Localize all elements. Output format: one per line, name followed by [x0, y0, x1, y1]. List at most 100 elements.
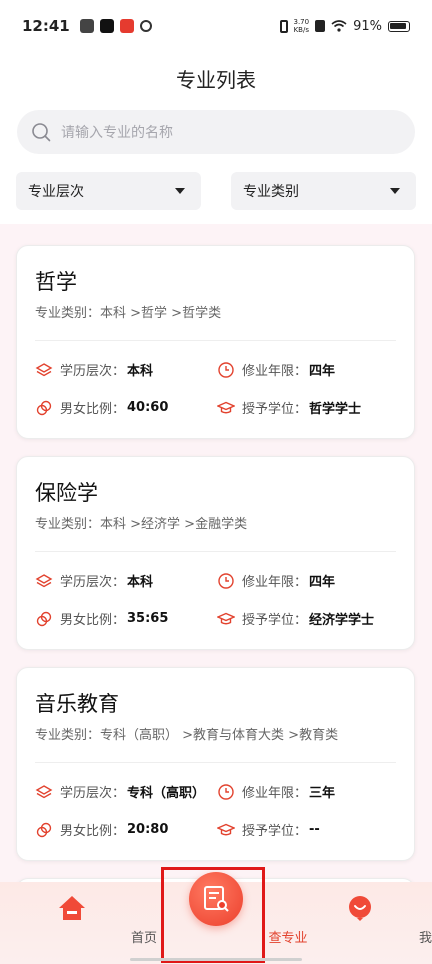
gender-icon: [36, 400, 52, 415]
tiktok-notification-icon: [99, 19, 114, 33]
graduation-cap-icon: [217, 401, 235, 413]
major-card[interactable]: 保险学 专业类别：本科 >经济学 >金融学类 学历层次： 本科 修业年限： 四年 男…: [16, 456, 415, 650]
degree-label: 授予学位：: [242, 824, 308, 839]
nav-mine[interactable]: 我的: [288, 882, 432, 964]
category-label: 专业类别：: [35, 728, 101, 743]
category-label: 专业类别：: [35, 517, 101, 532]
clock-icon: [218, 572, 234, 589]
level-value: 专科（高职）: [127, 786, 206, 801]
major-search-button[interactable]: [189, 872, 243, 926]
ratio-info: 男女比例： 20:80: [35, 820, 168, 839]
degree-value: 经济学学士: [309, 613, 375, 628]
clock-icon: [218, 361, 234, 378]
status-time: 12:41: [22, 17, 70, 35]
duration-info: 修业年限： 三年: [217, 782, 335, 801]
profile-icon: [349, 896, 371, 921]
duration-info: 修业年限： 四年: [217, 571, 335, 590]
category-path: 专科（高职） >教育与体育大类 >教育类: [100, 728, 339, 743]
category-path: 本科 >哲学 >哲学类: [100, 306, 222, 321]
duration-label: 修业年限：: [242, 575, 308, 590]
level-label: 学历层次：: [60, 364, 126, 379]
degree-label: 授予学位：: [242, 613, 308, 628]
duration-value: 三年: [309, 786, 336, 801]
search-icon: [32, 123, 51, 142]
status-right: 3.70 KB/s 91%: [279, 18, 410, 34]
layers-icon: [35, 362, 53, 376]
graduation-cap-icon: [217, 612, 235, 624]
layers-icon: [35, 573, 53, 587]
header: 专业列表 请输入专业的名称 专业层次 专业类别: [0, 52, 432, 224]
document-search-icon: [204, 886, 229, 912]
status-left: 12:41: [22, 17, 152, 35]
search-placeholder: 请输入专业的名称: [61, 125, 173, 141]
level-filter-dropdown[interactable]: 专业层次: [16, 172, 201, 210]
vibrate-icon: [279, 19, 288, 33]
app-notification-icon: [119, 19, 134, 33]
duration-value: 四年: [309, 575, 336, 590]
category-filter-dropdown[interactable]: 专业类别: [231, 172, 416, 210]
ratio-label: 男女比例：: [60, 613, 126, 628]
level-value: 本科: [127, 364, 154, 379]
gender-icon: [36, 822, 52, 837]
page-title: 专业列表: [176, 68, 256, 92]
category-path: 本科 >经济学 >金融学类: [100, 517, 248, 532]
major-category: 专业类别：本科 >经济学 >金融学类: [35, 513, 247, 532]
major-name: 音乐教育: [35, 692, 119, 716]
degree-value: 哲学学士: [309, 402, 362, 417]
status-bar: 12:41 3.70 KB/s 91%: [0, 0, 432, 52]
duration-label: 修业年限：: [242, 364, 308, 379]
degree-info: 授予学位： 经济学学士: [217, 609, 374, 628]
gender-icon: [36, 611, 52, 626]
level-info: 学历层次： 本科: [35, 360, 153, 379]
degree-info: 授予学位： --: [217, 820, 320, 839]
nav-major[interactable]: 查专业: [144, 872, 308, 964]
duration-info: 修业年限： 四年: [217, 360, 335, 379]
home-indicator: [130, 958, 302, 961]
battery-percent: 91%: [353, 18, 382, 34]
divider: [35, 551, 396, 552]
major-card[interactable]: 音乐教育 专业类别：专科（高职） >教育与体育大类 >教育类 学历层次： 专科（高…: [16, 667, 415, 861]
caret-down-icon: [175, 188, 185, 194]
ratio-value: 20:80: [127, 822, 169, 837]
degree-info: 授予学位： 哲学学士: [217, 398, 361, 417]
major-name: 哲学: [35, 270, 77, 294]
ratio-label: 男女比例：: [60, 824, 126, 839]
sim-icon: [315, 20, 326, 32]
nav-mine-label: 我的: [418, 931, 432, 946]
category-filter-label: 专业类别: [243, 184, 299, 200]
battery-icon: [388, 20, 410, 32]
link-notification-icon: [139, 20, 152, 32]
ratio-info: 男女比例： 40:60: [35, 398, 168, 417]
net-speed-unit: KB/s: [293, 26, 309, 34]
level-filter-label: 专业层次: [28, 184, 84, 200]
level-value: 本科: [127, 575, 154, 590]
major-category: 专业类别：本科 >哲学 >哲学类: [35, 302, 221, 321]
ratio-info: 男女比例： 35:65: [35, 609, 168, 628]
divider: [35, 340, 396, 341]
nav-home[interactable]: 首页: [0, 882, 157, 964]
wifi-icon: [331, 20, 347, 32]
duration-value: 四年: [309, 364, 336, 379]
net-speed: 3.70 KB/s: [294, 18, 310, 34]
mail-notification-icon: [79, 19, 94, 33]
ratio-value: 40:60: [127, 400, 169, 415]
major-card[interactable]: 哲学 专业类别：本科 >哲学 >哲学类 学历层次： 本科 修业年限： 四年 男女比例…: [16, 245, 415, 439]
caret-down-icon: [390, 188, 400, 194]
search-input[interactable]: 请输入专业的名称: [17, 110, 415, 154]
layers-icon: [35, 784, 53, 798]
clock-icon: [218, 783, 234, 800]
net-speed-value: 3.70: [293, 18, 310, 26]
level-info: 学历层次： 专科（高职）: [35, 782, 205, 801]
level-info: 学历层次： 本科: [35, 571, 153, 590]
level-label: 学历层次：: [60, 575, 126, 590]
ratio-label: 男女比例：: [60, 402, 126, 417]
ratio-value: 35:65: [127, 611, 169, 626]
home-icon: [59, 896, 85, 920]
degree-label: 授予学位：: [242, 402, 308, 417]
level-label: 学历层次：: [60, 786, 126, 801]
degree-value: --: [309, 822, 320, 837]
major-category: 专业类别：专科（高职） >教育与体育大类 >教育类: [35, 724, 338, 743]
graduation-cap-icon: [217, 823, 235, 835]
category-label: 专业类别：: [35, 306, 101, 321]
divider: [35, 762, 396, 763]
